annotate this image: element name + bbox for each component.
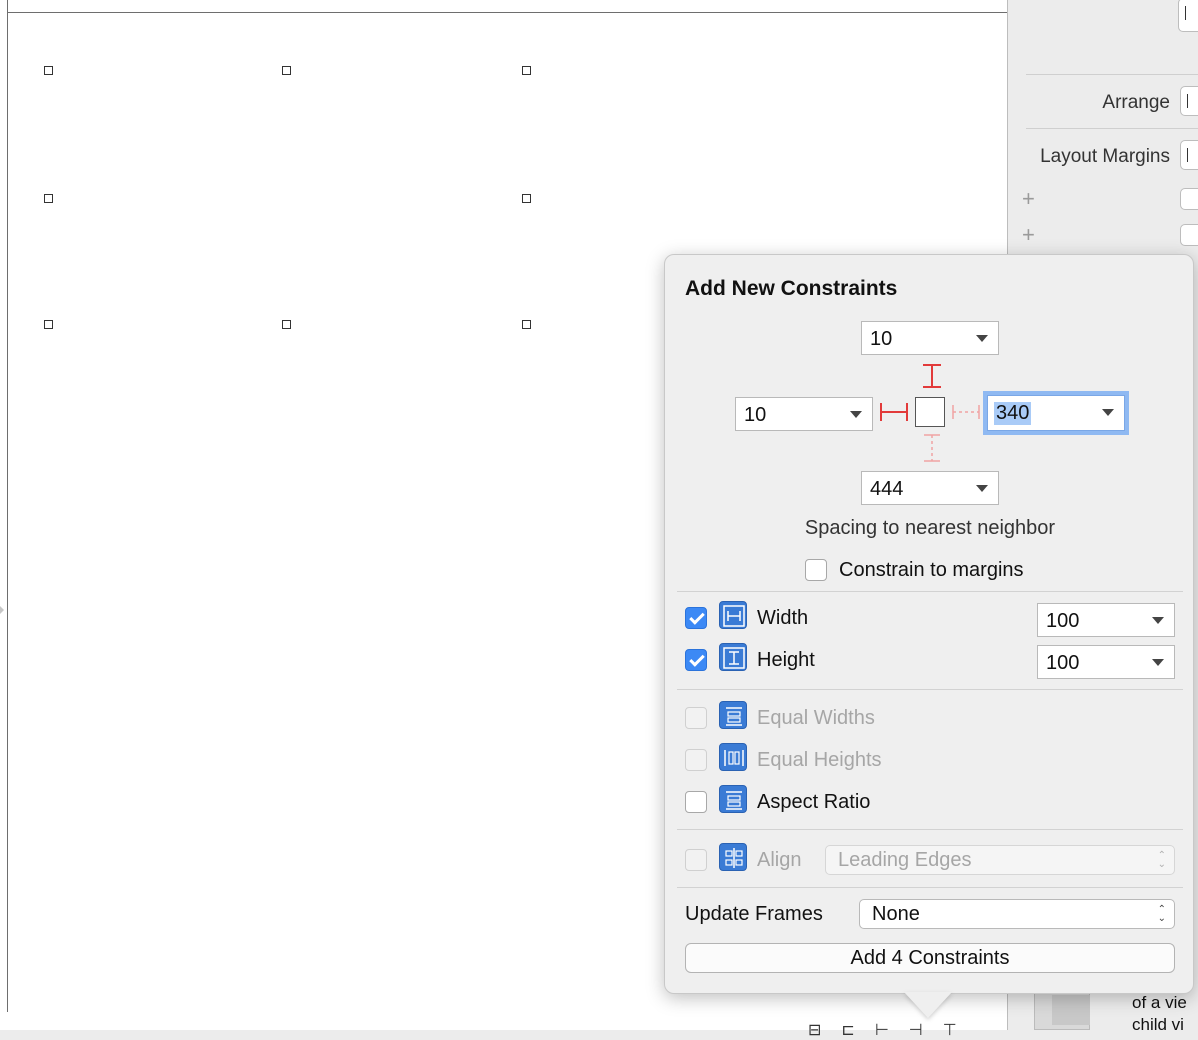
height-constraint-icon bbox=[719, 643, 747, 671]
inspector-checkbox[interactable] bbox=[1180, 224, 1198, 246]
align-select: Leading Edges ⌃ ⌄ bbox=[825, 845, 1175, 875]
equal-widths-checkbox bbox=[685, 707, 707, 729]
add-new-constraints-popover: Add New Constraints 10 10 340 444 Spacin… bbox=[664, 254, 1194, 994]
inspector-field[interactable] bbox=[1178, 0, 1198, 32]
resolve-icon[interactable]: ⊣ bbox=[909, 1020, 923, 1039]
plus-icon[interactable]: + bbox=[1022, 222, 1035, 248]
spacing-caption: Spacing to nearest neighbor bbox=[804, 517, 1056, 539]
resize-handle-top-left[interactable] bbox=[44, 66, 53, 75]
layout-margins-popup[interactable] bbox=[1180, 140, 1198, 170]
arrange-popup[interactable] bbox=[1180, 86, 1198, 116]
popover-separator bbox=[677, 829, 1183, 830]
inspector-separator bbox=[1026, 74, 1198, 75]
pin-icon[interactable]: ⊢ bbox=[875, 1020, 889, 1039]
height-checkbox[interactable] bbox=[685, 649, 707, 671]
width-constraint-icon bbox=[719, 601, 747, 629]
update-frames-value: None bbox=[872, 903, 920, 925]
constrain-to-margins-label: Constrain to margins bbox=[839, 559, 1024, 581]
equal-widths-label: Equal Widths bbox=[757, 707, 875, 729]
aspect-ratio-checkbox[interactable] bbox=[685, 791, 707, 813]
bottom-constraint-ibeam[interactable] bbox=[924, 434, 940, 462]
align-select-value: Leading Edges bbox=[838, 849, 972, 871]
layout-margins-label: Layout Margins bbox=[1040, 146, 1170, 167]
left-constraint-ibeam[interactable] bbox=[880, 403, 908, 421]
align-toolbar-icon[interactable]: ⊏ bbox=[841, 1020, 854, 1039]
chevron-down-icon[interactable] bbox=[1152, 659, 1164, 666]
object-library-thumbnail-inner bbox=[1052, 995, 1090, 1025]
equal-widths-icon bbox=[719, 701, 747, 729]
align-icon bbox=[719, 843, 747, 871]
popover-separator bbox=[677, 591, 1183, 592]
align-checkbox bbox=[685, 849, 707, 871]
update-frames-label: Update Frames bbox=[685, 903, 823, 925]
aspect-ratio-icon bbox=[719, 785, 747, 813]
update-frames-select[interactable]: None ⌃ ⌄ bbox=[859, 899, 1175, 929]
scene-entry-arrow bbox=[0, 606, 4, 614]
height-value: 100 bbox=[1046, 652, 1080, 674]
plus-icon[interactable]: + bbox=[1022, 186, 1035, 212]
right-constraint-ibeam[interactable] bbox=[952, 405, 980, 419]
inspector-checkbox[interactable] bbox=[1180, 188, 1198, 210]
width-value-field[interactable]: 100 bbox=[1037, 603, 1175, 637]
resize-handle-middle-left[interactable] bbox=[44, 194, 53, 203]
height-label: Height bbox=[757, 649, 815, 671]
arrange-label: Arrange bbox=[1102, 92, 1170, 113]
resizing-icon[interactable]: ⊤ bbox=[943, 1020, 957, 1039]
resize-handle-bottom-left[interactable] bbox=[44, 320, 53, 329]
object-description-line: child vi bbox=[1132, 1015, 1184, 1034]
stack-icon[interactable]: ⊟ bbox=[808, 1020, 821, 1039]
constrain-to-margins-checkbox[interactable] bbox=[805, 559, 827, 581]
up-down-chevron-icon: ⌃ ⌄ bbox=[1157, 850, 1166, 870]
up-down-chevron-icon: ⌃ ⌄ bbox=[1157, 904, 1166, 924]
resize-handle-middle-right[interactable] bbox=[522, 194, 531, 203]
scene-border bbox=[7, 0, 8, 1012]
resize-handle-bottom-right[interactable] bbox=[522, 320, 531, 329]
width-label: Width bbox=[757, 607, 809, 629]
add-constraints-button[interactable]: Add 4 Constraints bbox=[685, 943, 1175, 973]
scene-border bbox=[7, 12, 1008, 13]
top-constraint-ibeam[interactable] bbox=[923, 364, 941, 388]
height-value-field[interactable]: 100 bbox=[1037, 645, 1175, 679]
resize-handle-bottom-center[interactable] bbox=[282, 320, 291, 329]
align-label: Align bbox=[757, 849, 802, 871]
aspect-ratio-label: Aspect Ratio bbox=[757, 791, 871, 813]
selected-view-box bbox=[915, 397, 945, 427]
chevron-down-icon[interactable] bbox=[1152, 617, 1164, 624]
width-value: 100 bbox=[1046, 610, 1080, 632]
resize-handle-top-right[interactable] bbox=[522, 66, 531, 75]
canvas-bottom-toolbar: ⊟ ⊏ ⊢ ⊣ ⊤ bbox=[808, 1020, 957, 1039]
equal-heights-icon bbox=[719, 743, 747, 771]
equal-heights-label: Equal Heights bbox=[757, 749, 882, 771]
popover-arrow bbox=[904, 992, 952, 1018]
object-description-line: of a vie bbox=[1132, 993, 1187, 1012]
popover-separator bbox=[677, 689, 1183, 690]
popover-separator bbox=[677, 887, 1183, 888]
resize-handle-top-center[interactable] bbox=[282, 66, 291, 75]
width-checkbox[interactable] bbox=[685, 607, 707, 629]
equal-heights-checkbox bbox=[685, 749, 707, 771]
inspector-separator bbox=[1026, 128, 1198, 129]
